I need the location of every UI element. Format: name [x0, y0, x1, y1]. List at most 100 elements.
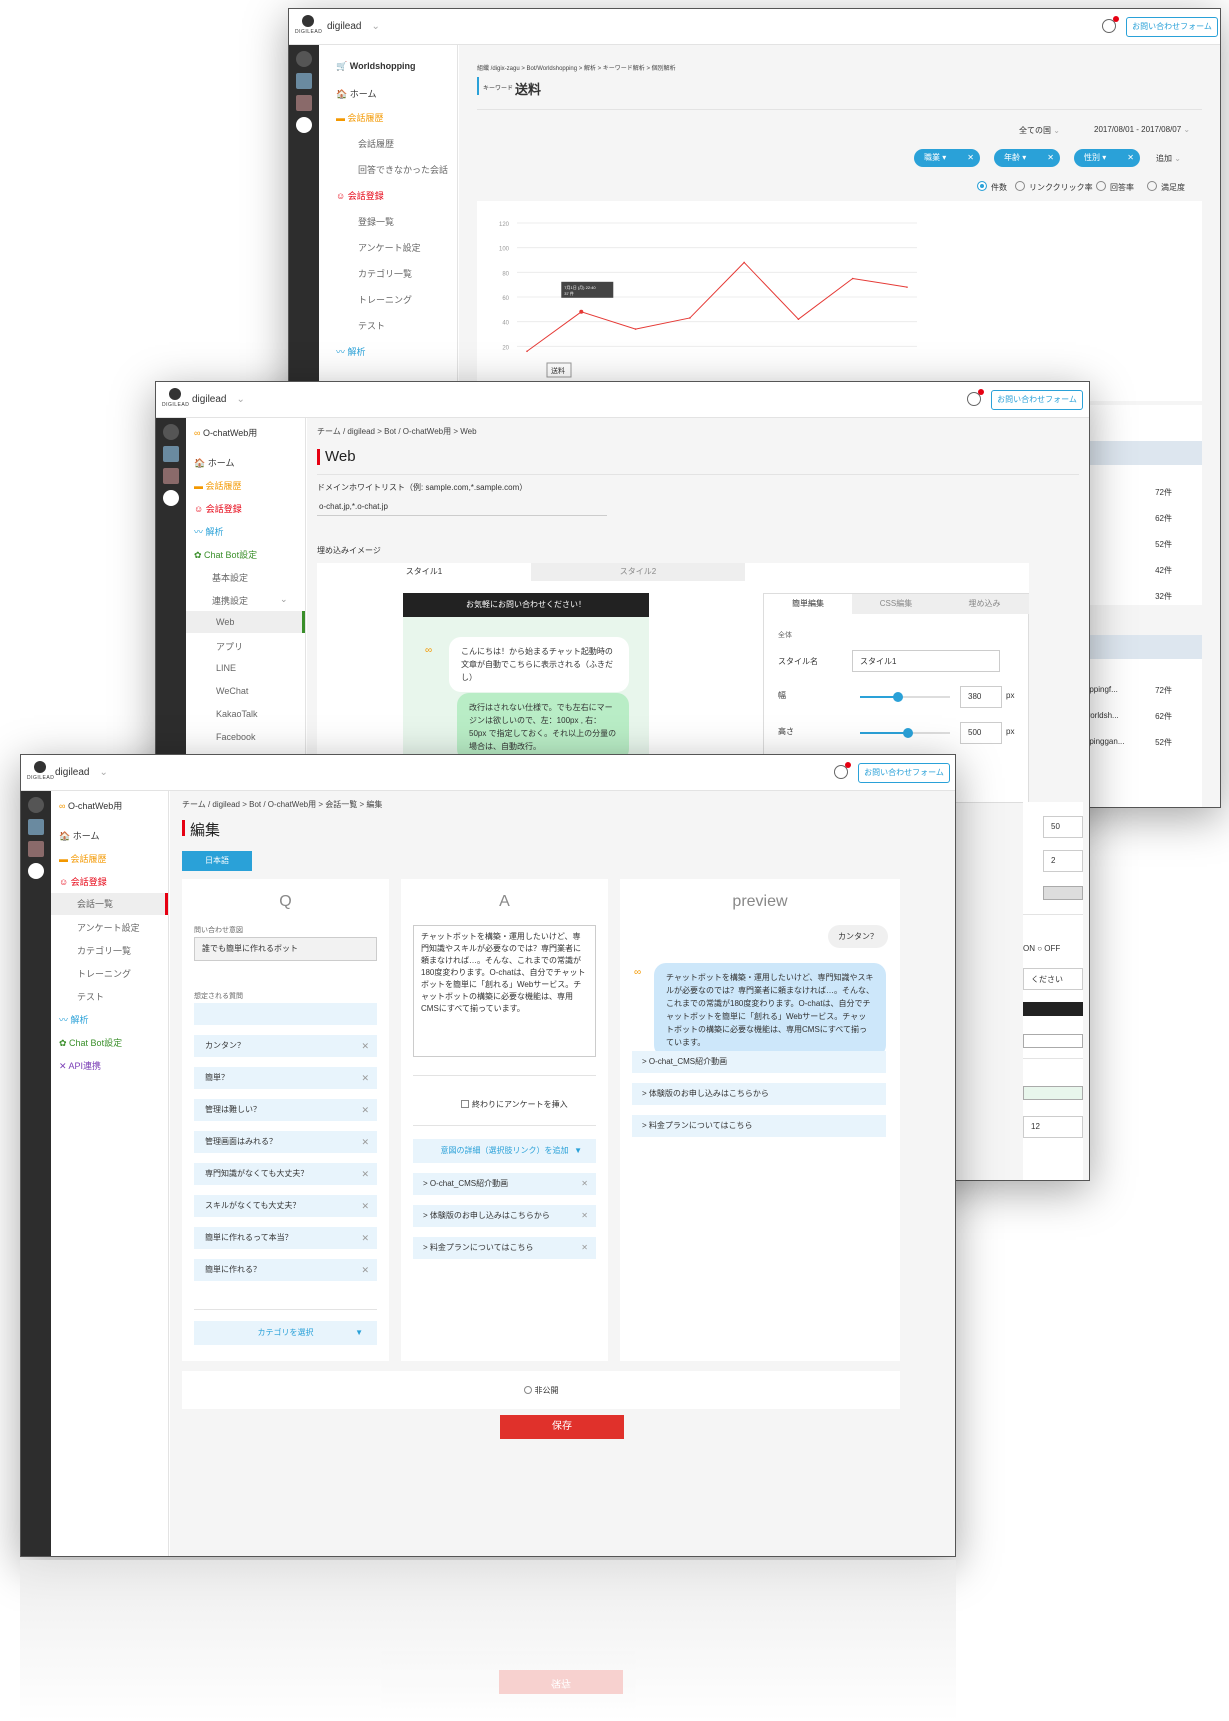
choice-link[interactable]: > O-chat_CMS紹介動画 ✕	[413, 1173, 596, 1195]
sidebar-item-survey[interactable]: アンケート設定	[358, 241, 421, 254]
color-swatch-white[interactable]	[1023, 1034, 1083, 1048]
remove-icon[interactable]: ✕	[581, 1173, 588, 1195]
metric-answer-rate[interactable]: 回答率	[1096, 181, 1134, 193]
answer-textarea[interactable]: チャットボットを構築・運用したいけど、専門知識やスキルが必要なのでは？専門業者に…	[413, 925, 596, 1057]
radius-input[interactable]: 2	[1043, 850, 1083, 872]
save-button[interactable]: 保存	[500, 1415, 624, 1439]
org-selector[interactable]: digilead ⌄	[55, 767, 108, 778]
width-slider[interactable]	[860, 692, 950, 702]
remove-icon[interactable]: ✕	[361, 1259, 369, 1281]
digilead-rail-icon[interactable]	[28, 797, 44, 813]
remove-icon[interactable]: ✕	[361, 1163, 369, 1185]
sidebar-item-botsettings[interactable]: ✿ Chat Bot設定	[59, 1036, 122, 1049]
private-checkbox[interactable]: 非公開	[182, 1385, 900, 1396]
tab-style1[interactable]: スタイル1	[317, 563, 531, 581]
sidebar-item-unanswered[interactable]: 回答できなかった会話	[358, 163, 448, 176]
project-icon-2[interactable]	[296, 95, 312, 111]
ochat-icon[interactable]	[163, 490, 179, 506]
sidebar-item-home[interactable]: 🏠 ホーム	[59, 829, 99, 842]
preview-link[interactable]: > 料金プランについてはこちら	[632, 1115, 886, 1137]
font-size-input[interactable]: 12	[1023, 1116, 1083, 1138]
sidebar-item-training[interactable]: トレーニング	[358, 293, 412, 306]
color-swatch-dark[interactable]	[1023, 1002, 1083, 1016]
sidebar-item-conversation-list[interactable]: 会話一覧	[51, 893, 168, 915]
sidebar-item-botsettings[interactable]: ✿ Chat Bot設定	[194, 548, 257, 561]
sidebar-item-register[interactable]: ☺ 会話登録	[336, 189, 384, 202]
sidebar-item-app[interactable]: アプリ	[216, 640, 243, 653]
project-icon-2[interactable]	[28, 841, 44, 857]
sidebar-item-category[interactable]: カテゴリ一覧	[358, 267, 412, 280]
toggle-on-off[interactable]: ON ○ OFF	[1023, 944, 1060, 953]
placeholder-input[interactable]: ください	[1023, 968, 1083, 990]
preview-link[interactable]: > 体験版のお申し込みはこちらから	[632, 1083, 886, 1105]
intent-input[interactable]: 誰でも簡単に作れるボット	[194, 937, 377, 961]
ochat-icon[interactable]	[296, 117, 312, 133]
preview-link[interactable]: > O-chat_CMS紹介動画	[632, 1051, 886, 1073]
digilead-rail-icon[interactable]	[296, 51, 312, 67]
detail-select[interactable]: 意図の詳細（選択肢リンク）を追加 ▼	[413, 1139, 596, 1163]
tab-embed[interactable]: 埋め込み	[940, 594, 1029, 614]
metric-click-rate[interactable]: リンククリック率	[1015, 181, 1093, 193]
metric-count[interactable]: 件数	[977, 181, 1007, 193]
notification-icon[interactable]	[1102, 16, 1119, 33]
remove-icon[interactable]: ✕	[581, 1205, 588, 1227]
question-item[interactable]: 簡単？ ✕	[194, 1067, 377, 1089]
add-filter[interactable]: 追加 ⌄	[1156, 153, 1181, 164]
sidebar-item-analysis[interactable]: 〰 解析	[59, 1013, 89, 1026]
project-name[interactable]: ∞ O-chatWeb用	[59, 799, 122, 812]
sidebar-item-history[interactable]: ▬ 会話履歴	[59, 852, 107, 865]
height-slider[interactable]	[860, 728, 950, 738]
remove-icon[interactable]: ✕	[581, 1237, 588, 1259]
remove-icon[interactable]: ✕	[361, 1195, 369, 1217]
category-select[interactable]: カテゴリを選択 ▼	[194, 1321, 377, 1345]
question-item[interactable]: 管理画面はみれる？ ✕	[194, 1131, 377, 1153]
sidebar-item-history[interactable]: ▬ 会話履歴	[336, 111, 384, 124]
sidebar-item-test[interactable]: テスト	[77, 990, 104, 1003]
contact-form-button[interactable]: お問い合わせフォーム	[1126, 17, 1218, 37]
project-icon-1[interactable]	[163, 446, 179, 462]
remove-icon[interactable]: ✕	[361, 1035, 369, 1057]
color-swatch[interactable]	[1043, 886, 1083, 900]
sidebar-item-category[interactable]: カテゴリ一覧	[77, 944, 131, 957]
margin-input[interactable]: 50	[1043, 816, 1083, 838]
remove-icon[interactable]: ✕	[361, 1099, 369, 1121]
metric-satisfaction[interactable]: 満足度	[1147, 181, 1185, 193]
remove-icon[interactable]: ✕	[361, 1227, 369, 1249]
project-name[interactable]: 🛒 Worldshopping	[336, 61, 416, 72]
language-button[interactable]: 日本語	[182, 851, 252, 871]
height-input[interactable]: 500	[960, 722, 1002, 744]
color-swatch-green[interactable]	[1023, 1086, 1083, 1100]
project-icon-1[interactable]	[28, 819, 44, 835]
sidebar-item-facebook[interactable]: Facebook	[216, 732, 256, 742]
sidebar-item-test[interactable]: テスト	[358, 319, 385, 332]
question-item[interactable]: 簡単に作れるって本当？ ✕	[194, 1227, 377, 1249]
sidebar-item-web[interactable]: Web	[186, 611, 305, 633]
notification-icon[interactable]	[834, 762, 851, 779]
tab-style2[interactable]: スタイル2	[531, 563, 745, 581]
choice-link[interactable]: > 体験版のお申し込みはこちらから ✕	[413, 1205, 596, 1227]
sidebar-item-survey[interactable]: アンケート設定	[77, 921, 140, 934]
sidebar-item-history[interactable]: ▬ 会話履歴	[194, 479, 242, 492]
filter-occupation[interactable]: 職業 ▾ ✕	[914, 149, 980, 167]
remove-icon[interactable]: ✕	[361, 1131, 369, 1153]
contact-form-button[interactable]: お問い合わせフォーム	[858, 763, 950, 783]
sidebar-item-analysis[interactable]: 〰 解析	[336, 345, 366, 358]
project-name[interactable]: ∞ O-chatWeb用	[194, 426, 257, 439]
sidebar-item-wechat[interactable]: WeChat	[216, 686, 248, 696]
sidebar-item-training[interactable]: トレーニング	[77, 967, 131, 980]
ochat-icon[interactable]	[28, 863, 44, 879]
choice-link[interactable]: > 料金プランについてはこちら ✕	[413, 1237, 596, 1259]
notification-icon[interactable]	[967, 389, 984, 406]
project-icon-2[interactable]	[163, 468, 179, 484]
question-item[interactable]: 管理は難しい？ ✕	[194, 1099, 377, 1121]
digilead-rail-icon[interactable]	[163, 424, 179, 440]
project-icon-1[interactable]	[296, 73, 312, 89]
sidebar-item-integration[interactable]: 連携設定 ⌄	[212, 594, 288, 607]
whitelist-input[interactable]: o-chat.jp,*.o-chat.jp	[317, 498, 607, 516]
sidebar-item-history-list[interactable]: 会話履歴	[358, 137, 394, 150]
sidebar-item-basic[interactable]: 基本設定	[212, 571, 248, 584]
filter-age[interactable]: 年齢 ▾ ✕	[994, 149, 1060, 167]
sidebar-item-home[interactable]: 🏠 ホーム	[336, 87, 376, 100]
sidebar-item-kakao[interactable]: KakaoTalk	[216, 709, 258, 719]
question-item[interactable]: 簡単に作れる？ ✕	[194, 1259, 377, 1281]
